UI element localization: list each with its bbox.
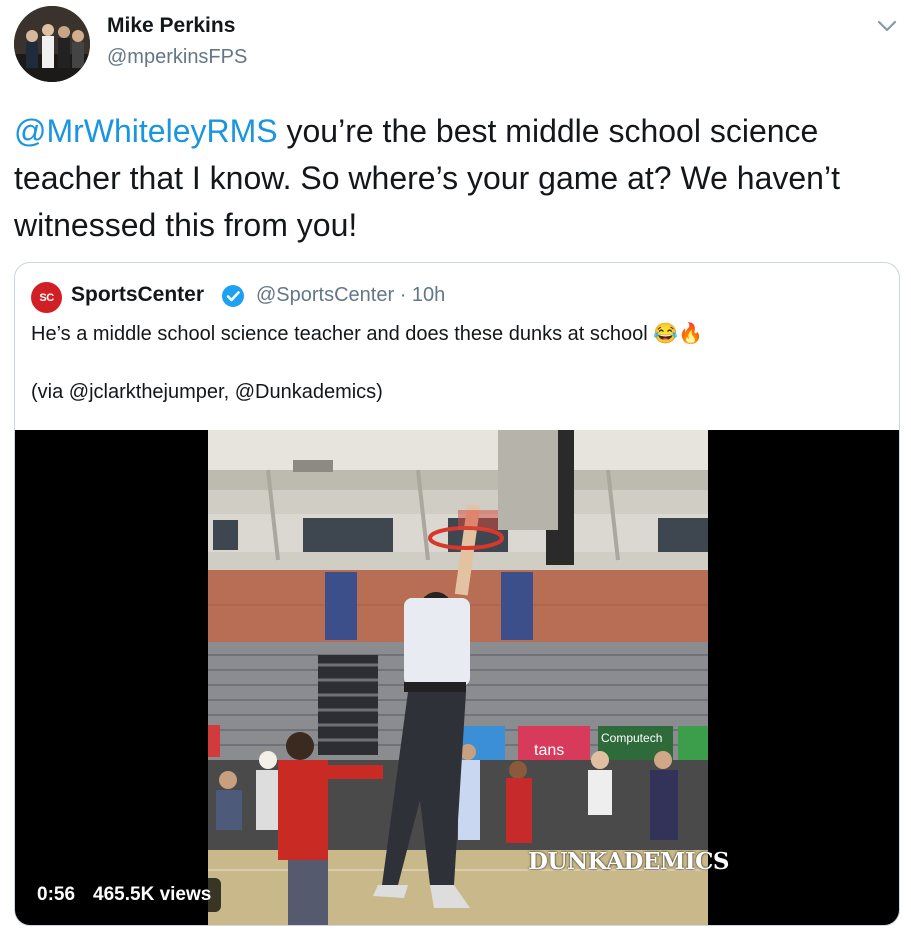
dunkademics-watermark: DUNKADEMICS bbox=[528, 848, 730, 875]
quoted-tweet-via: (via @jclarkthejumper, @Dunkademics) bbox=[31, 381, 383, 403]
chevron-down-icon[interactable] bbox=[873, 14, 901, 38]
video-banner-text: Computech bbox=[601, 731, 662, 745]
video-frame: tans Computech DUNKADEMICS bbox=[208, 430, 730, 925]
video-meta-badge: 0:56 465.5K views bbox=[27, 878, 222, 912]
quoted-author-handle: @SportsCenter · 10h bbox=[256, 284, 446, 306]
quoted-author-name[interactable]: SportsCenter bbox=[71, 283, 204, 307]
verified-badge-icon bbox=[220, 283, 246, 309]
author-name[interactable]: Mike Perkins bbox=[107, 14, 235, 38]
video-player[interactable]: tans Computech DUNKADEMICS 0:56 465.5K v… bbox=[15, 430, 899, 925]
quoted-tweet-text: He’s a middle school science teacher and… bbox=[31, 323, 704, 345]
tweet-mention-link[interactable]: @MrWhiteleyRMS bbox=[14, 113, 278, 149]
author-handle[interactable]: @mperkinsFPS bbox=[107, 46, 247, 69]
author-avatar[interactable] bbox=[14, 6, 90, 82]
video-duration: 0:56 bbox=[37, 884, 76, 905]
tweet-text: @MrWhiteleyRMS you’re the best middle sc… bbox=[14, 108, 899, 249]
video-sign-text: tans bbox=[534, 742, 564, 759]
sportscenter-logo-icon: SC bbox=[31, 282, 62, 313]
video-views: 465.5K views bbox=[93, 884, 212, 905]
quoted-tweet[interactable]: SC SportsCenter @SportsCenter · 10h He’s… bbox=[14, 262, 900, 926]
